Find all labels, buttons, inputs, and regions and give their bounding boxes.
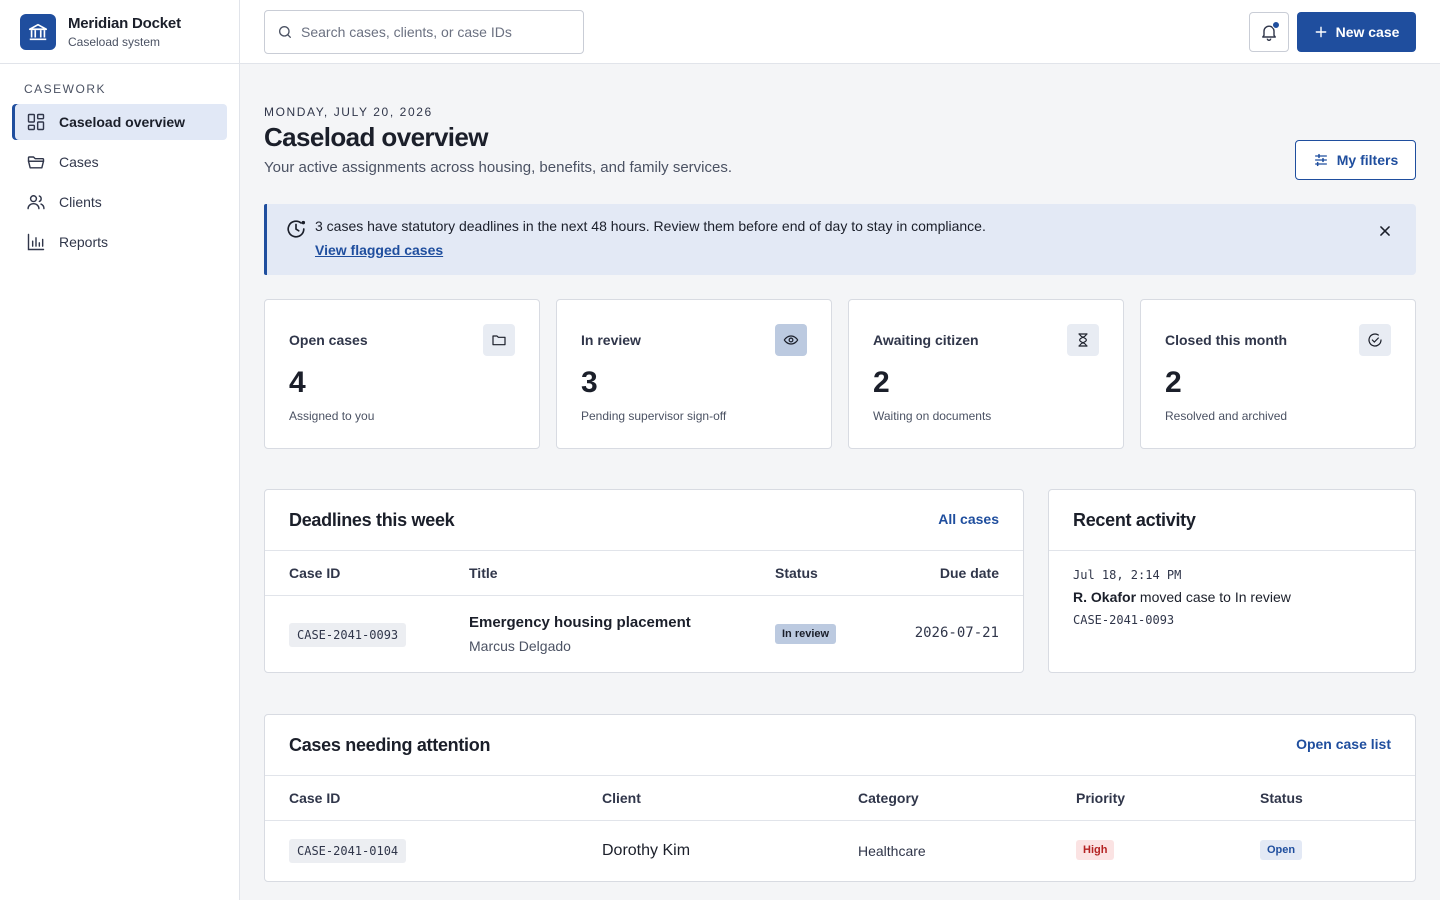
case-title: Emergency housing placement	[469, 614, 691, 631]
sliders-icon	[1314, 153, 1327, 167]
deadlines-table-header: Case ID Title Status Due date	[265, 551, 1023, 596]
case-id-chip: CASE-2041-0093	[289, 623, 407, 647]
attention-table-header: Case ID Client Category Priority Status	[265, 776, 1415, 821]
activity-actor: R. Okafor	[1073, 589, 1137, 605]
client-name: Dorothy Kim	[602, 842, 691, 859]
topbar: New case	[240, 0, 1440, 64]
sidebar-item-label: Caseload overview	[59, 114, 186, 130]
hourglass-icon	[1067, 324, 1099, 356]
all-cases-link[interactable]: All cases	[938, 511, 999, 527]
nav-section-label: CASEWORK	[24, 82, 107, 96]
brand[interactable]: Meridian Docket Caseload system	[0, 0, 239, 64]
stat-value: 3	[581, 366, 598, 399]
case-client: Marcus Delgado	[469, 638, 571, 654]
bar-chart-icon	[27, 233, 45, 251]
stat-label: Awaiting citizen	[873, 332, 979, 348]
page-subtitle: Your active assignments across housing, …	[264, 159, 733, 176]
app-name: Meridian Docket	[68, 14, 181, 32]
activity-action: moved case to In review	[1139, 589, 1291, 605]
stat-label: Open cases	[289, 332, 368, 348]
search-icon	[279, 26, 291, 38]
activity-time: Jul 18, 2:14 PM	[1073, 568, 1182, 582]
page-date: MONDAY, JULY 20, 2026	[264, 105, 433, 119]
plus-icon	[1315, 26, 1326, 38]
activity-item[interactable]: Jul 18, 2:14 PM R. Okafor moved case to …	[1049, 551, 1415, 651]
clock-alert-icon	[287, 220, 306, 238]
new-case-button[interactable]: New case	[1297, 12, 1416, 52]
deadlines-panel: Deadlines this week All cases Case ID Ti…	[264, 489, 1024, 673]
notifications-button[interactable]	[1249, 12, 1289, 52]
sidebar-nav: Caseload overview Cases Clients Reports	[0, 104, 239, 260]
stat-card-in-review[interactable]: In review 3 Pending supervisor sign-off	[556, 299, 832, 449]
open-case-list-link[interactable]: Open case list	[1296, 736, 1391, 752]
search-box[interactable]	[264, 10, 584, 54]
due-date: 2026-07-21	[914, 625, 999, 641]
deadlines-title: Deadlines this week	[289, 510, 455, 530]
case-id-chip: CASE-2041-0104	[289, 839, 407, 863]
stat-card-open-cases[interactable]: Open cases 4 Assigned to you	[264, 299, 540, 449]
stat-desc: Resolved and archived	[1165, 409, 1288, 423]
notification-dot	[1272, 21, 1280, 29]
sidebar: Meridian Docket Caseload system CASEWORK…	[0, 0, 240, 900]
column-header[interactable]: Case ID	[289, 790, 340, 806]
my-filters-button[interactable]: My filters	[1295, 140, 1416, 180]
column-header[interactable]: Priority	[1076, 790, 1125, 806]
stats-row: Open cases 4 Assigned to you In review 3…	[264, 299, 1416, 449]
column-header[interactable]: Case ID	[289, 565, 340, 581]
grid-icon	[27, 113, 45, 131]
stat-desc: Pending supervisor sign-off	[581, 409, 727, 423]
sidebar-item-caseload-overview[interactable]: Caseload overview	[12, 104, 227, 140]
column-header[interactable]: Client	[602, 790, 641, 806]
column-header[interactable]: Title	[469, 565, 498, 581]
close-icon[interactable]	[1378, 224, 1392, 238]
alert-message: 3 cases have statutory deadlines in the …	[315, 218, 986, 234]
column-header[interactable]: Status	[1260, 790, 1303, 806]
stat-card-closed-this-month[interactable]: Closed this month 2 Resolved and archive…	[1140, 299, 1416, 449]
view-flagged-cases-link[interactable]: View flagged cases	[315, 242, 443, 258]
sidebar-item-clients[interactable]: Clients	[12, 184, 227, 220]
status-badge: In review	[775, 624, 837, 644]
recent-activity-panel: Recent activity Jul 18, 2:14 PM R. Okafo…	[1048, 489, 1416, 673]
new-case-label: New case	[1335, 24, 1400, 40]
stat-desc: Waiting on documents	[873, 409, 992, 423]
table-row[interactable]: CASE-2041-0093 Emergency housing placeme…	[265, 596, 1023, 672]
folder-icon	[27, 156, 45, 169]
column-header[interactable]: Status	[775, 565, 818, 581]
column-header[interactable]: Category	[858, 790, 919, 806]
bank-icon	[20, 13, 56, 50]
users-icon	[27, 195, 45, 210]
sidebar-item-label: Clients	[59, 194, 102, 210]
sidebar-item-reports[interactable]: Reports	[12, 224, 227, 260]
stat-value: 2	[1165, 366, 1182, 399]
eye-icon	[775, 324, 807, 356]
stat-desc: Assigned to you	[289, 409, 375, 423]
stat-value: 4	[289, 366, 306, 399]
cases-attention-title: Cases needing attention	[289, 735, 491, 755]
folder-icon	[483, 324, 515, 356]
priority-badge: High	[1076, 840, 1115, 860]
recent-activity-title: Recent activity	[1073, 510, 1196, 530]
column-header[interactable]: Due date	[940, 565, 999, 581]
category: Healthcare	[858, 843, 926, 859]
stat-label: Closed this month	[1165, 332, 1288, 348]
stat-card-awaiting-citizen[interactable]: Awaiting citizen 2 Waiting on documents	[848, 299, 1124, 449]
deadline-alert: 3 cases have statutory deadlines in the …	[264, 204, 1416, 275]
activity-case-id: CASE-2041-0093	[1073, 613, 1175, 627]
check-circle-icon	[1359, 324, 1391, 356]
stat-value: 2	[873, 366, 890, 399]
cases-attention-panel: Cases needing attention Open case list C…	[264, 714, 1416, 882]
status-badge: Open	[1260, 840, 1303, 860]
search-input[interactable]	[301, 24, 571, 40]
stat-label: In review	[581, 332, 641, 348]
sidebar-item-label: Reports	[59, 234, 109, 250]
app-subtitle: Caseload system	[68, 34, 161, 49]
table-row[interactable]: CASE-2041-0104 Dorothy Kim Healthcare Hi…	[265, 821, 1415, 881]
page-title: Caseload overview	[264, 122, 489, 152]
sidebar-item-label: Cases	[59, 154, 99, 170]
sidebar-item-cases[interactable]: Cases	[12, 144, 227, 180]
my-filters-label: My filters	[1336, 152, 1399, 168]
